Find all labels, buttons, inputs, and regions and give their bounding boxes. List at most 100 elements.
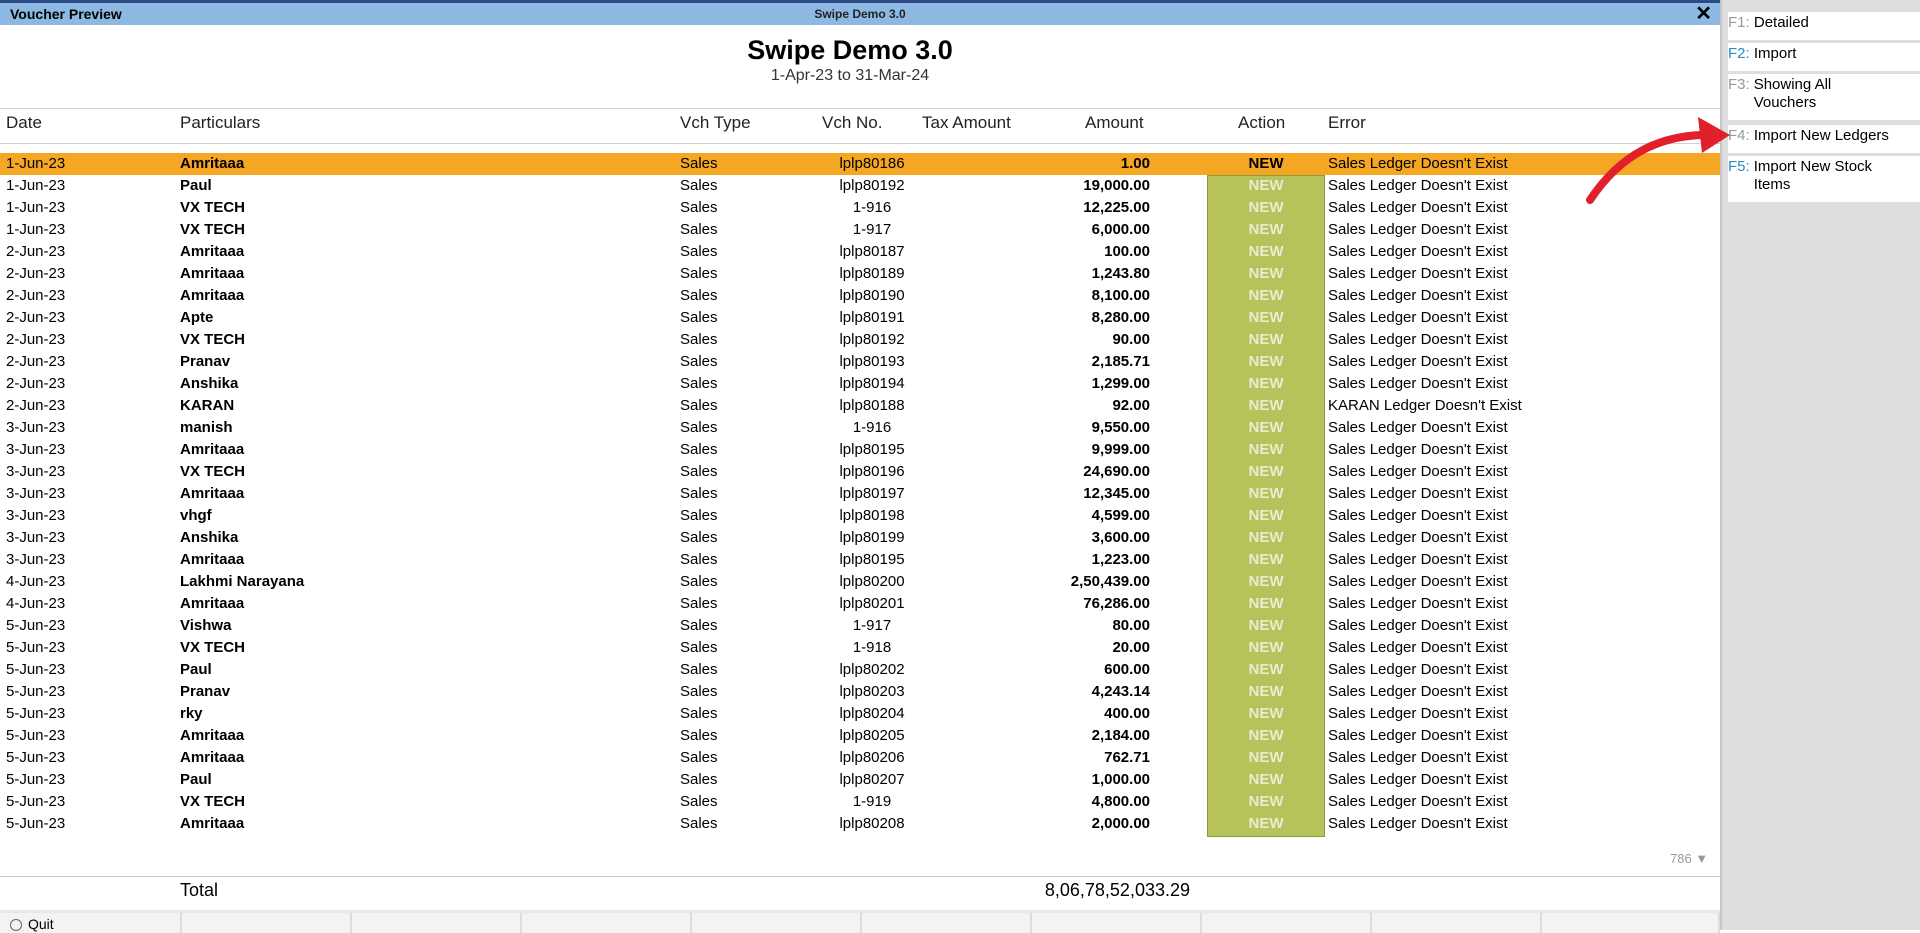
row-date: 2-Jun-23 [6,287,66,304]
table-row[interactable]: 5-Jun-23 Pranav Sales lplp80203 4,243.14 NEW S… [0,681,1720,703]
table-row[interactable]: 5-Jun-23 VX TECH Sales 1-919 4,800.00 NEW Sale… [0,791,1720,813]
f3-showing-all-vouchers-button[interactable]: F3: Showing All Vouchers [1728,74,1920,121]
table-row[interactable]: 3-Jun-23 Anshika Sales lplp80199 3,600.00 NEW… [0,527,1720,549]
footer-slot[interactable] [180,913,352,933]
row-particulars: VX TECH [180,463,246,480]
table-row[interactable]: 1-Jun-23 Amritaaa Sales lplp80186 1.00 NEW Sal… [0,153,1720,175]
row-date: 5-Jun-23 [6,793,66,810]
table-row[interactable]: 2-Jun-23 Pranav Sales lplp80193 2,185.71 NEW S… [0,351,1720,373]
row-error: Sales Ledger Doesn't Exist [1328,573,1508,590]
table-row[interactable]: 3-Jun-23 manish Sales 1-916 9,550.00 NEW Sales… [0,417,1720,439]
f1-detailed-button[interactable]: F1: Detailed [1728,12,1920,41]
row-action: NEW [1248,749,1284,766]
table-row[interactable]: 1-Jun-23 VX TECH Sales 1-916 12,225.00 NEW Sal… [0,197,1720,219]
f2-import-button[interactable]: F2: Import [1728,43,1920,72]
table-row[interactable]: 5-Jun-23 Vishwa Sales 1-917 80.00 NEW Sales Le… [0,615,1720,637]
row-error: Sales Ledger Doesn't Exist [1328,309,1508,326]
table-row[interactable]: 2-Jun-23 Amritaaa Sales lplp80189 1,243.80 NE… [0,263,1720,285]
company-name: Swipe Demo 3.0 [747,35,953,65]
footer-slot[interactable] [690,913,862,933]
table-row[interactable]: 3-Jun-23 vhgf Sales lplp80198 4,599.00 NEW Sal… [0,505,1720,527]
table-row[interactable]: 5-Jun-23 rky Sales lplp80204 400.00 NEW Sales … [0,703,1720,725]
row-error: Sales Ledger Doesn't Exist [1328,617,1508,634]
row-amount: 762.71 [1104,749,1150,766]
footer-slot[interactable] [350,913,522,933]
table-row[interactable]: 5-Jun-23 Amritaaa Sales lplp80206 762.71 NEW S… [0,747,1720,769]
row-vch-no: 1-918 [852,639,892,656]
scroll-indicator[interactable]: 786 ▼ [1670,851,1708,866]
table-row[interactable]: 2-Jun-23 Anshika Sales lplp80194 1,299.00 NEW… [0,373,1720,395]
row-vch-type: Sales [680,727,718,744]
row-vch-no: lplp80208 [839,815,905,832]
row-vch-no: lplp80189 [839,265,905,282]
row-vch-type: Sales [680,793,718,810]
row-amount: 92.00 [1112,397,1150,414]
row-date: 5-Jun-23 [6,771,66,788]
row-amount: 2,184.00 [1091,727,1150,744]
row-action: NEW [1248,661,1284,678]
table-row[interactable]: 5-Jun-23 Paul Sales lplp80207 1,000.00 NEW Sal… [0,769,1720,791]
footer-slot[interactable] [1030,913,1202,933]
row-amount: 4,243.14 [1091,683,1150,700]
table-row[interactable]: 1-Jun-23 Paul Sales lplp80192 19,000.00 NEW Sa… [0,175,1720,197]
table-row[interactable]: 2-Jun-23 Apte Sales lplp80191 8,280.00 NEW Sal… [0,307,1720,329]
row-particulars: Amritaaa [180,243,245,260]
row-amount: 19,000.00 [1083,177,1150,194]
footer-slot[interactable] [0,913,182,933]
row-particulars: manish [180,419,233,436]
row-amount: 2,50,439.00 [1070,573,1150,590]
row-amount: 8,100.00 [1091,287,1150,304]
footer-slot[interactable] [1540,913,1720,933]
table-row[interactable]: 2-Jun-23 Amritaaa Sales lplp80190 8,100.00 NE… [0,285,1720,307]
row-date: 3-Jun-23 [6,441,66,458]
row-action: NEW [1248,529,1284,546]
table-row[interactable]: 2-Jun-23 VX TECH Sales lplp80192 90.00 NEW Sal… [0,329,1720,351]
row-error: Sales Ledger Doesn't Exist [1328,661,1508,678]
table-row[interactable]: 1-Jun-23 VX TECH Sales 1-917 6,000.00 NEW Sale… [0,219,1720,241]
row-date: 2-Jun-23 [6,331,66,348]
table-row[interactable]: 4-Jun-23 Amritaaa Sales lplp80201 76,286.00 N… [0,593,1720,615]
f4-import-new-ledgers-button[interactable]: F4: Import New Ledgers [1728,125,1920,154]
footer-slot[interactable] [1200,913,1372,933]
table-row[interactable]: 5-Jun-23 Amritaaa Sales lplp80208 2,000.00 NE… [0,813,1720,835]
f2-label: Import [1753,45,1797,62]
row-error: Sales Ledger Doesn't Exist [1328,419,1508,436]
row-particulars: Amritaaa [180,155,245,172]
row-amount: 8,280.00 [1091,309,1150,326]
footer-slot[interactable] [1370,913,1542,933]
row-vch-type: Sales [680,463,718,480]
row-vch-no: 1-917 [852,617,892,634]
table-row[interactable]: 3-Jun-23 Amritaaa Sales lplp80195 9,999.00 NE… [0,439,1720,461]
col-header-tax-amount: Tax Amount [922,113,1011,132]
table-row[interactable]: 4-Jun-23 Lakhmi Narayana Sales lplp80200 2,5… [0,571,1720,593]
row-amount: 4,599.00 [1091,507,1150,524]
table-row[interactable]: 5-Jun-23 Paul Sales lplp80202 600.00 NEW Sales… [0,659,1720,681]
footer-slot[interactable] [520,913,692,933]
row-particulars: Amritaaa [180,265,245,282]
row-error: Sales Ledger Doesn't Exist [1328,793,1508,810]
row-amount: 1,243.80 [1091,265,1150,282]
table-row[interactable]: 3-Jun-23 Amritaaa Sales lplp80197 12,345.00 N… [0,483,1720,505]
row-particulars: Lakhmi Narayana [180,573,305,590]
row-particulars: Amritaaa [180,595,245,612]
row-action: NEW [1248,331,1284,348]
col-header-action: Action [1238,113,1286,132]
row-date: 2-Jun-23 [6,397,66,414]
row-vch-type: Sales [680,397,718,414]
table-row[interactable]: 2-Jun-23 Amritaaa Sales lplp80187 100.00 NEW S… [0,241,1720,263]
row-date: 3-Jun-23 [6,529,66,546]
row-vch-no: lplp80188 [839,397,905,414]
row-amount: 2,000.00 [1091,815,1150,832]
table-row[interactable]: 3-Jun-23 VX TECH Sales lplp80196 24,690.00 NE… [0,461,1720,483]
table-row[interactable]: 2-Jun-23 KARAN Sales lplp80188 92.00 NEW KARAN… [0,395,1720,417]
row-vch-type: Sales [680,705,718,722]
footer-slot[interactable] [860,913,1032,933]
row-action: NEW [1248,705,1284,722]
row-particulars: Pranav [180,683,231,700]
close-icon[interactable]: ✕ [1695,3,1712,25]
table-row[interactable]: 3-Jun-23 Amritaaa Sales lplp80195 1,223.00 NE… [0,549,1720,571]
table-row[interactable]: 5-Jun-23 VX TECH Sales 1-918 20.00 NEW Sales L… [0,637,1720,659]
table-row[interactable]: 5-Jun-23 Amritaaa Sales lplp80205 2,184.00 NE… [0,725,1720,747]
f5-import-new-stock-items-button[interactable]: F5: Import New Stock Items [1728,156,1920,203]
row-particulars: KARAN [180,397,235,414]
